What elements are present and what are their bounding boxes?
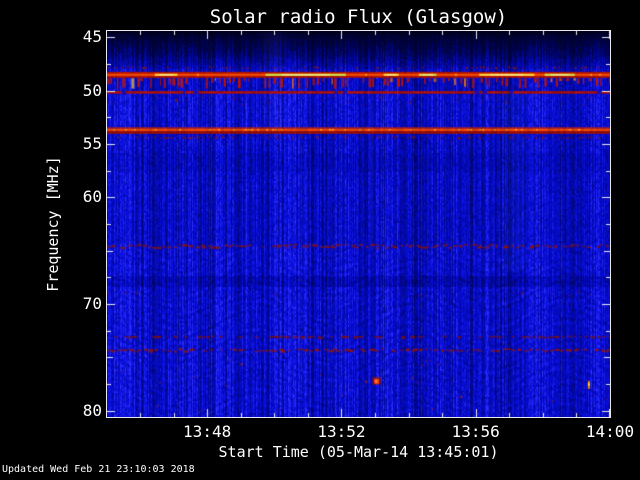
x-tick-label: 13:56 <box>451 422 500 441</box>
screenshot-root: Solar radio Flux (Glasgow) 45 50 55 60 70 80 … <box>0 0 640 480</box>
x-tick-label: 14:00 <box>585 422 635 441</box>
y-tick-label: 50 <box>82 80 102 100</box>
x-tick-label: 13:48 <box>183 422 232 441</box>
spectrogram-canvas <box>107 31 610 417</box>
chart-title: Solar radio Flux (Glasgow) <box>209 6 508 28</box>
updated-timestamp: Updated Wed Feb 21 23:10:03 2018 <box>2 464 195 475</box>
y-tick-label: 70 <box>82 294 102 314</box>
y-axis-title: Frequency [MHz] <box>44 156 62 292</box>
y-tick-label: 80 <box>82 400 102 420</box>
x-axis-title: Start Time (05-Mar-14 13:45:01) <box>218 443 499 461</box>
x-tick-label: 13:52 <box>317 422 366 441</box>
y-tick-label: 45 <box>82 27 102 47</box>
y-tick-label: 60 <box>82 187 102 207</box>
y-tick-label: 55 <box>82 133 102 153</box>
plot-area <box>106 30 611 418</box>
